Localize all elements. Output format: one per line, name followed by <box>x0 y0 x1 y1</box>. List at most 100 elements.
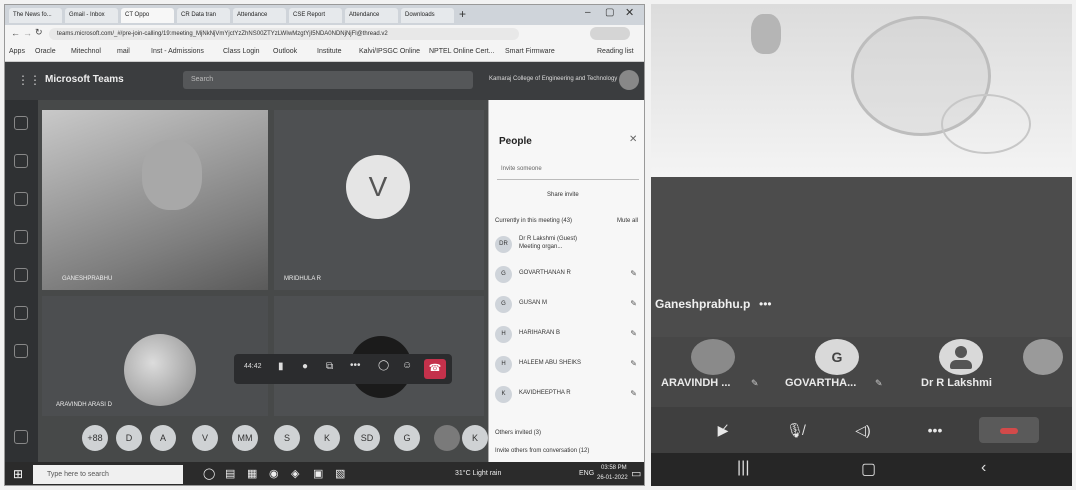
notification-icon[interactable]: ▭ <box>631 467 641 480</box>
more-icon[interactable]: ••• <box>350 360 361 371</box>
close-panel-icon[interactable]: ✕ <box>629 134 637 145</box>
bookmark[interactable]: Oracle <box>35 48 56 55</box>
camera-icon[interactable]: ▮ <box>278 361 284 372</box>
taskbar-search-input[interactable]: Type here to search <box>33 465 183 484</box>
forward-icon[interactable]: → <box>23 28 32 38</box>
browser-tab[interactable]: CR Data tran <box>177 8 230 23</box>
list-item[interactable]: DR Dr R Lakshmi (Guest) Meeting organ... <box>495 234 641 256</box>
bookmark[interactable]: Outlook <box>273 48 297 55</box>
participant-video-tile[interactable]: GANESHPRABHU <box>42 110 268 290</box>
browser-tab[interactable]: Attendance <box>345 8 398 23</box>
featured-video[interactable] <box>651 4 1072 177</box>
url-field[interactable]: teams.microsoft.com/_#/pre-join-calling/… <box>49 28 519 40</box>
mic-off-icon[interactable]: 🎙︎̸ <box>765 417 825 443</box>
bookmark[interactable]: Reading list <box>597 48 634 55</box>
list-item[interactable]: G GUSAN M ✎ <box>495 294 641 316</box>
bookmark[interactable]: Inst - Admissions <box>151 48 204 55</box>
section-label[interactable]: Currently in this meeting (43) <box>495 218 572 224</box>
windows-start-icon[interactable]: ⊞ <box>13 467 23 481</box>
calendar-icon[interactable] <box>14 268 28 282</box>
bookmark[interactable]: mail <box>117 48 130 55</box>
participant-bubble[interactable]: V <box>192 425 218 451</box>
participant-bubble[interactable]: SD <box>354 425 380 451</box>
taskbar-app-icon[interactable]: ▧ <box>335 467 345 480</box>
participant-bubble[interactable]: K <box>462 425 488 451</box>
participant-thumb[interactable]: ARAVINDH ... ✎ <box>661 337 765 393</box>
app-grid-icon[interactable]: ⋮⋮ <box>17 73 41 87</box>
more-options-icon[interactable]: ••• <box>759 297 772 311</box>
bookmark[interactable]: Apps <box>9 48 25 55</box>
reload-icon[interactable]: ↻ <box>35 27 43 38</box>
help-icon[interactable] <box>14 430 28 444</box>
browser-tab[interactable]: The News fo... <box>9 8 62 23</box>
speaker-icon[interactable]: ◁) <box>833 417 893 443</box>
back-icon[interactable]: ‹ <box>981 459 986 477</box>
bookmark[interactable]: NPTEL Online Cert... <box>429 48 495 55</box>
more-icon[interactable]: ••• <box>905 417 965 443</box>
language[interactable]: ENG <box>579 470 594 477</box>
browser-tab-active[interactable]: CT Oppo <box>121 8 174 23</box>
others-invited[interactable]: Others invited (3) <box>495 430 541 436</box>
list-item[interactable]: H HALEEM ABU SHEIKS ✎ <box>495 354 641 376</box>
task-view-icon[interactable]: ◯ <box>203 467 215 480</box>
taskbar-app-icon[interactable]: ▣ <box>313 467 323 480</box>
browser-tab[interactable]: Attendance <box>233 8 286 23</box>
hang-up-button[interactable]: ☎ <box>424 359 446 379</box>
profile-button[interactable] <box>590 27 630 40</box>
participant-thumb[interactable] <box>1023 339 1063 375</box>
browser-tab[interactable]: Gmail - Inbox <box>65 8 118 23</box>
invite-others-link[interactable]: Invite others from conversation (12) <box>495 448 589 454</box>
participant-thumb[interactable]: Dr R Lakshmi <box>913 337 1013 393</box>
taskbar-app-icon[interactable]: ▦ <box>247 467 257 480</box>
maximize-icon[interactable]: ▢ <box>605 7 614 18</box>
calls-icon[interactable] <box>14 306 28 320</box>
home-icon[interactable]: ▢ <box>861 459 876 479</box>
avatar[interactable] <box>619 70 639 90</box>
browser-tab[interactable]: Downloads <box>401 8 454 23</box>
teams-icon[interactable] <box>14 192 28 206</box>
bookmark[interactable]: Mitechnol <box>71 48 101 55</box>
list-item[interactable]: H HARIHARAN B ✎ <box>495 324 641 346</box>
list-item[interactable]: G GOVARTHANAN R ✎ <box>495 264 641 286</box>
participant-bubble-photo[interactable] <box>434 425 460 451</box>
participant-tile-v[interactable]: V MRIDHULA R <box>274 110 484 290</box>
taskbar-app-icon[interactable]: ◈ <box>291 467 299 480</box>
activity-icon[interactable] <box>14 116 28 130</box>
participant-thumb[interactable]: G GOVARTHA... ✎ <box>785 337 889 393</box>
bookmark[interactable]: Smart Firmware <box>505 48 555 55</box>
browser-tab[interactable]: CSE Report <box>289 8 342 23</box>
close-window-icon[interactable]: ✕ <box>625 6 634 19</box>
participant-bubble[interactable]: +88 <box>82 425 108 451</box>
participant-bubble[interactable]: S <box>274 425 300 451</box>
participant-bubble[interactable]: A <box>150 425 176 451</box>
assignments-icon[interactable] <box>14 230 28 244</box>
files-icon[interactable] <box>14 344 28 358</box>
participant-bubble[interactable]: D <box>116 425 142 451</box>
hang-up-button[interactable] <box>979 417 1039 443</box>
back-icon[interactable]: ← <box>11 28 20 38</box>
chat-icon[interactable] <box>14 154 28 168</box>
share-invite-link[interactable]: Share invite <box>547 192 579 198</box>
participant-bubble[interactable]: K <box>314 425 340 451</box>
participants-icon[interactable]: ☺ <box>402 360 412 371</box>
invite-input[interactable]: Invite someone <box>497 166 639 180</box>
taskbar-app-icon[interactable]: ▤ <box>225 467 235 480</box>
participant-bubble[interactable]: MM <box>232 425 258 451</box>
chat-bubble-icon[interactable]: ◯ <box>378 360 389 371</box>
weather[interactable]: 31°C Light rain <box>455 470 501 477</box>
list-item[interactable]: K KAVIDHEEPTHA R ✎ <box>495 384 641 406</box>
recent-apps-icon[interactable]: ||| <box>737 459 749 477</box>
clock-date[interactable]: 26-01-2022 <box>597 475 628 481</box>
minimize-icon[interactable]: – <box>585 7 591 18</box>
bookmark[interactable]: Institute <box>317 48 342 55</box>
search-input[interactable]: Search <box>183 71 473 89</box>
mute-all-button[interactable]: Mute all <box>617 218 638 224</box>
taskbar-app-icon[interactable]: ◉ <box>269 467 279 480</box>
new-tab-icon[interactable]: + <box>459 7 466 21</box>
mic-icon[interactable]: ● <box>302 361 308 372</box>
participant-bubble[interactable]: G <box>394 425 420 451</box>
clock-time[interactable]: 03:58 PM <box>601 465 627 471</box>
video-off-icon[interactable]: ▶̸ <box>693 417 753 443</box>
bookmark[interactable]: Class Login <box>223 48 260 55</box>
bookmark[interactable]: Kalvi/IPSGC Online <box>359 48 420 55</box>
